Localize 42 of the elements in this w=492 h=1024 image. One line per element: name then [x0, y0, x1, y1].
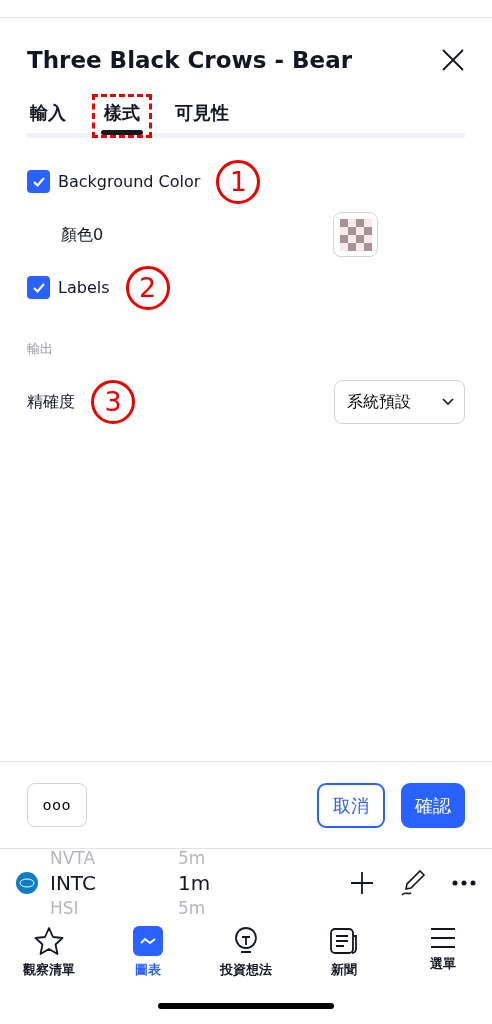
- annotation-number: 2: [125, 265, 170, 310]
- close-icon[interactable]: [441, 48, 465, 73]
- color-swatch[interactable]: [333, 212, 378, 257]
- plus-icon[interactable]: [350, 871, 374, 895]
- dialog-title: Three Black Crows - Bear: [27, 46, 352, 75]
- nav-tab[interactable]: 觀察清單: [9, 925, 90, 1003]
- tab[interactable]: 可見性: [166, 93, 238, 138]
- cancel-button[interactable]: 取消: [317, 782, 385, 828]
- tab[interactable]: 樣式: [92, 93, 152, 138]
- chevron-icon: [442, 397, 454, 406]
- nav-tab[interactable]: 投資想法: [205, 925, 286, 1003]
- section-label: 輸出: [27, 339, 53, 358]
- checkbox-label: Background Color: [58, 170, 201, 193]
- interval-text: 5m: [178, 899, 207, 917]
- pen-icon[interactable]: [398, 868, 428, 898]
- symbol-text: HSI: [50, 899, 80, 917]
- precision-select[interactable]: 系統預設: [334, 379, 465, 424]
- annotation-number: 1: [216, 159, 261, 204]
- symbol-text[interactable]: INTC: [50, 868, 178, 898]
- menu-icon: [428, 926, 457, 950]
- setting-label: 顏色0: [60, 223, 104, 246]
- star-icon: [34, 926, 65, 956]
- nav-tab[interactable]: 選單: [402, 925, 483, 1003]
- confirm-button[interactable]: 確認: [401, 782, 465, 828]
- annotation-number: 3: [91, 379, 135, 424]
- logo-icon: [16, 872, 38, 894]
- more-button[interactable]: ooo: [27, 783, 87, 827]
- interval-text[interactable]: 1m: [178, 868, 298, 898]
- symbol-text: NVTA: [50, 849, 97, 867]
- check-icon: [31, 281, 46, 294]
- check-icon: [31, 175, 46, 188]
- setting-label: 精確度: [27, 390, 75, 413]
- nav-tab[interactable]: 新聞: [304, 925, 385, 1003]
- tab[interactable]: 輸入: [27, 93, 78, 138]
- chart-icon: [132, 926, 163, 956]
- interval-text: 5m: [178, 849, 207, 867]
- checkbox[interactable]: [27, 170, 50, 193]
- checkbox[interactable]: [27, 276, 50, 299]
- checkbox-label: Labels: [58, 276, 110, 299]
- news-icon: [329, 926, 360, 956]
- nav-tab[interactable]: 圖表: [107, 925, 188, 1003]
- more-icon[interactable]: [452, 880, 476, 886]
